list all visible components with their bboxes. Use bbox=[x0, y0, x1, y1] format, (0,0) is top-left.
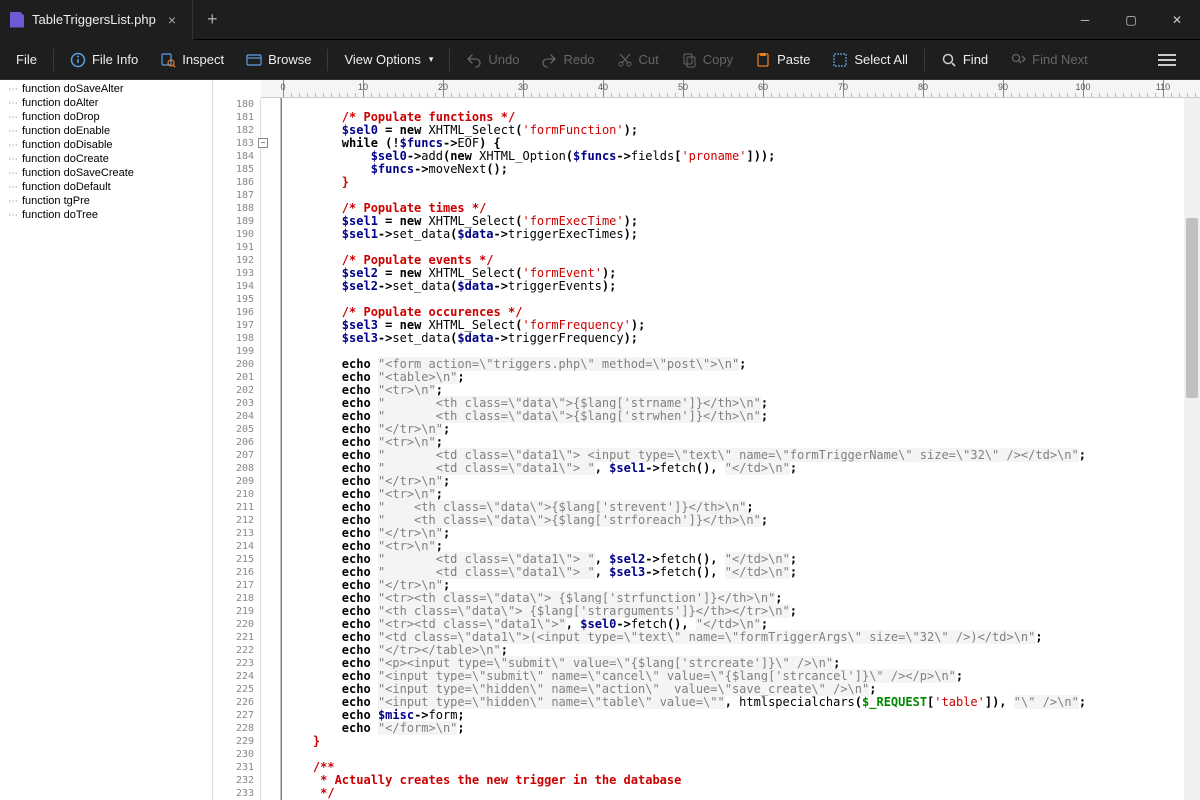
undo-icon bbox=[466, 52, 482, 68]
toolbar: File File Info Inspect Browse View Optio… bbox=[0, 40, 1200, 80]
line-number-gutter: 180181182183−184185186187188189190191192… bbox=[213, 98, 261, 800]
cut-button[interactable]: Cut bbox=[607, 46, 669, 74]
outline-item[interactable]: ⋯function doDrop bbox=[0, 110, 212, 124]
outline-item[interactable]: ⋯function doTree bbox=[0, 208, 212, 222]
outline-item[interactable]: ⋯function doDefault bbox=[0, 180, 212, 194]
search-icon bbox=[941, 52, 957, 68]
fold-toggle[interactable]: − bbox=[258, 138, 268, 148]
close-tab-icon[interactable]: × bbox=[164, 12, 180, 28]
outline-item[interactable]: ⋯function doCreate bbox=[0, 152, 212, 166]
view-options-menu[interactable]: View Options▾ bbox=[334, 46, 443, 73]
browse-icon bbox=[246, 52, 262, 68]
vertical-scrollbar[interactable] bbox=[1184, 98, 1200, 800]
titlebar: TableTriggersList.php × + ─ ▢ ✕ bbox=[0, 0, 1200, 40]
inspect-button[interactable]: Inspect bbox=[150, 46, 234, 74]
maximize-button[interactable]: ▢ bbox=[1108, 0, 1154, 40]
window-controls: ─ ▢ ✕ bbox=[1062, 0, 1200, 40]
undo-button[interactable]: Undo bbox=[456, 46, 529, 74]
content-area: ⋯function doSaveAlter⋯function doAlter⋯f… bbox=[0, 80, 1200, 800]
file-tab[interactable]: TableTriggersList.php × bbox=[0, 0, 193, 40]
outline-item[interactable]: ⋯function doAlter bbox=[0, 96, 212, 110]
redo-icon bbox=[541, 52, 557, 68]
select-all-button[interactable]: Select All bbox=[822, 46, 917, 74]
tab-title: TableTriggersList.php bbox=[32, 12, 156, 27]
copy-icon bbox=[681, 52, 697, 68]
code-area[interactable]: 180181182183−184185186187188189190191192… bbox=[213, 98, 1200, 800]
find-next-button[interactable]: Find Next bbox=[1000, 46, 1098, 74]
file-menu[interactable]: File bbox=[6, 46, 47, 73]
fold-margin bbox=[261, 98, 281, 800]
info-icon bbox=[70, 52, 86, 68]
minimize-button[interactable]: ─ bbox=[1062, 0, 1108, 40]
more-menu[interactable] bbox=[1150, 43, 1184, 77]
chevron-down-icon: ▾ bbox=[429, 54, 434, 65]
inspect-icon bbox=[160, 52, 176, 68]
outline-sidebar[interactable]: ⋯function doSaveAlter⋯function doAlter⋯f… bbox=[0, 80, 213, 800]
paste-button[interactable]: Paste bbox=[745, 46, 820, 74]
find-button[interactable]: Find bbox=[931, 46, 998, 74]
code-text[interactable]: /* Populate functions */ $sel0 = new XHT… bbox=[281, 98, 1200, 800]
close-window-button[interactable]: ✕ bbox=[1154, 0, 1200, 40]
editor: 0102030405060708090100110120 18018118218… bbox=[213, 80, 1200, 800]
cut-icon bbox=[617, 52, 633, 68]
outline-item[interactable]: ⋯function tgPre bbox=[0, 194, 212, 208]
scrollbar-thumb[interactable] bbox=[1186, 218, 1198, 398]
outline-item[interactable]: ⋯function doEnable bbox=[0, 124, 212, 138]
file-icon bbox=[10, 12, 24, 28]
copy-button[interactable]: Copy bbox=[671, 46, 743, 74]
paste-icon bbox=[755, 52, 771, 68]
file-info-button[interactable]: File Info bbox=[60, 46, 148, 74]
redo-button[interactable]: Redo bbox=[531, 46, 604, 74]
find-next-icon bbox=[1010, 52, 1026, 68]
outline-item[interactable]: ⋯function doSaveCreate bbox=[0, 166, 212, 180]
browse-button[interactable]: Browse bbox=[236, 46, 321, 74]
outline-item[interactable]: ⋯function doDisable bbox=[0, 138, 212, 152]
ruler: 0102030405060708090100110120 bbox=[261, 80, 1200, 98]
select-all-icon bbox=[832, 52, 848, 68]
outline-item[interactable]: ⋯function doSaveAlter bbox=[0, 82, 212, 96]
new-tab-button[interactable]: + bbox=[193, 9, 232, 30]
